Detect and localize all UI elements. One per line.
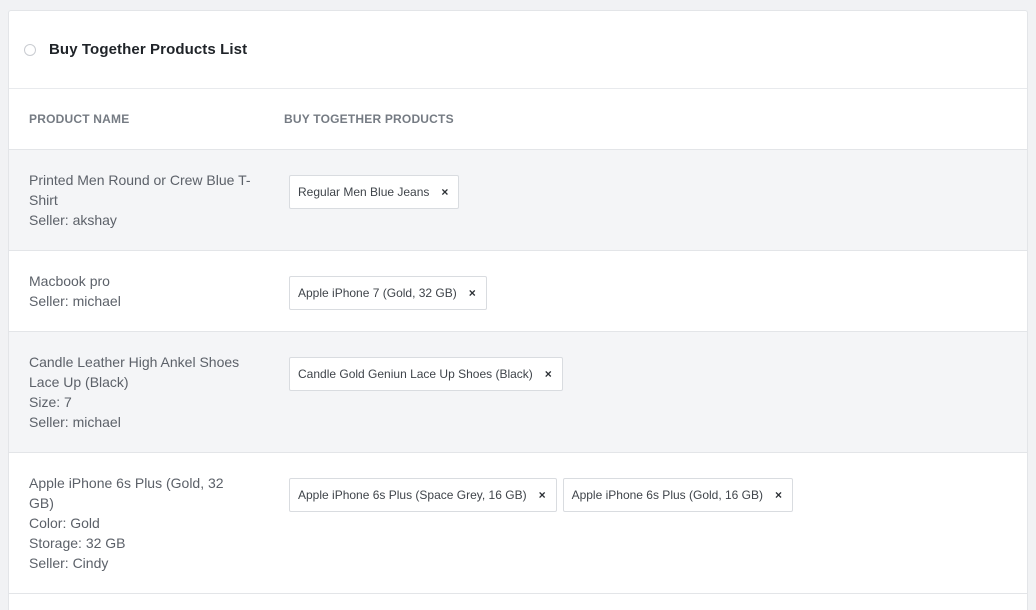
remove-icon[interactable]: × [469,287,476,299]
product-name-line: Candle Leather High Ankel Shoes [29,354,240,370]
buy-together-cell: Candle Gold Geniun Lace Up Shoes (Black)… [284,352,1027,391]
chip-label: Apple iPhone 7 (Gold, 32 GB) [298,286,457,300]
buy-together-chip: Apple iPhone 7 (Gold, 32 GB) × [289,276,487,310]
buy-together-panel: Buy Together Products List PRODUCT NAME … [8,10,1028,610]
buy-together-chip: Regular Men Blue Jeans × [289,175,460,209]
panel-header: Buy Together Products List [9,11,1027,89]
product-name-line: Lace Up (Black) [29,374,129,390]
remove-icon[interactable]: × [775,489,782,501]
panel-title: Buy Together Products List [49,41,248,58]
remove-icon[interactable]: × [441,186,448,198]
buy-together-cell: Apple iPhone 6s Plus (Space Grey, 16 GB)… [284,473,1027,512]
remove-icon[interactable]: × [539,489,546,501]
buy-together-cell: Apple iPhone 7 (Gold, 32 GB) × [284,271,1027,310]
table-row: Candle Leather High Ankel Shoes Lace Up … [9,332,1027,453]
chip-label: Candle Gold Geniun Lace Up Shoes (Black) [298,367,533,381]
product-name-line: GB) [29,495,54,511]
product-cell: Macbook pro Seller: michael [9,271,284,311]
table-row: Macbook pro Seller: michael Apple iPhone… [9,251,1027,332]
buy-together-chip: Apple iPhone 6s Plus (Space Grey, 16 GB)… [289,478,557,512]
buy-together-chip: Candle Gold Geniun Lace Up Shoes (Black)… [289,357,563,391]
remove-icon[interactable]: × [545,368,552,380]
product-cell: Candle Leather High Ankel Shoes Lace Up … [9,352,284,432]
buy-together-cell: Regular Men Blue Jeans × [284,170,1027,209]
table-header: PRODUCT NAME BUY TOGETHER PRODUCTS [9,89,1027,150]
chip-label: Apple iPhone 6s Plus (Space Grey, 16 GB) [298,488,527,502]
product-seller: Seller: michael [29,293,121,309]
product-size: Size: 7 [29,394,72,410]
product-seller: Seller: Cindy [29,555,109,571]
chip-label: Regular Men Blue Jeans [298,185,430,199]
product-name-line: Printed Men Round or Crew Blue T- [29,172,251,188]
product-storage: Storage: 32 GB [29,535,126,551]
chip-label: Apple iPhone 6s Plus (Gold, 16 GB) [571,488,764,502]
table-row: Apple iPhone 6s Plus (Gold, 32 GB) Color… [9,453,1027,594]
product-seller: Seller: akshay [29,212,117,228]
product-seller: Seller: michael [29,414,121,430]
buy-together-chip: Apple iPhone 6s Plus (Gold, 16 GB) × [562,478,794,512]
product-name-line: Macbook pro [29,273,110,289]
product-cell: Apple iPhone 6s Plus (Gold, 32 GB) Color… [9,473,284,573]
product-color: Color: Gold [29,515,100,531]
product-name-line: Apple iPhone 6s Plus (Gold, 32 [29,475,224,491]
column-header-product-name: PRODUCT NAME [29,112,130,126]
product-cell: Printed Men Round or Crew Blue T- Shirt … [9,170,284,230]
product-name-line: Shirt [29,192,58,208]
circle-icon [24,43,36,56]
table-row: Printed Men Round or Crew Blue T- Shirt … [9,150,1027,251]
column-header-buy-together: BUY TOGETHER PRODUCTS [284,112,454,126]
